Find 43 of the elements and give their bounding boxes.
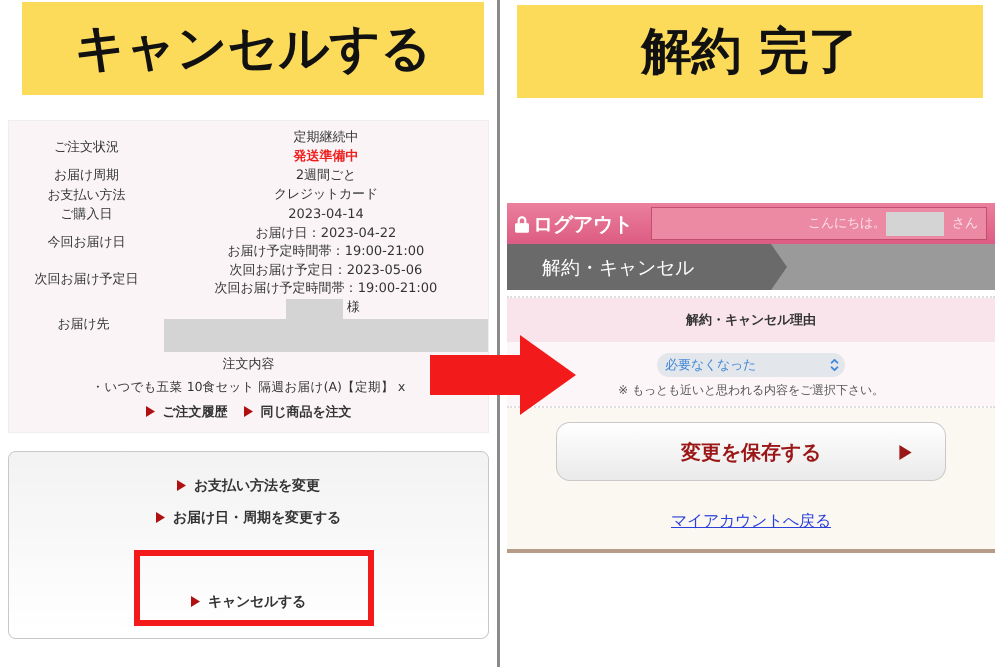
triangle-icon [146,406,154,417]
field-value: お届け日：2023-04-22 [254,224,398,242]
field-value: 発送準備中 [292,148,360,166]
chevron-icon [830,359,839,372]
field-value: お届け予定時間帯：19:00-21:00 [226,243,426,261]
triangle-icon [156,512,165,524]
section-heading: 解約・キャンセル理由 [507,298,995,342]
order-link[interactable]: 同じ商品を注文 [244,402,352,422]
field-label: お支払い方法 [46,186,126,204]
triangle-icon [177,480,186,492]
order-item: ・いつでも五菜 10食セット 隔週お届け(A)【定期】 x [90,378,406,396]
field-label: お届け周期 [53,167,120,185]
banner-title: 解約 完了 [517,5,983,98]
breadcrumb-text: 解約・キャンセル [542,256,694,281]
honorific-text: さん [952,214,978,233]
field-label: ご購入日 [60,206,114,224]
field-label: 次回お届け予定日 [34,271,140,290]
redacted-block [886,212,944,236]
field-value: クレジットカード [273,186,379,204]
field-value: 次回お届け予定日：2023-05-06 [228,262,424,280]
field-label: 今回お届け日 [46,234,126,252]
action-link[interactable]: キャンセルする [9,534,488,624]
triangle-icon [191,596,200,608]
save-button[interactable]: 変更を保存する [556,422,946,482]
lock-icon [515,214,529,232]
field-label: ご注文状況 [53,138,120,157]
field-value: 2023-04-14 [287,206,365,224]
triangle-icon [244,406,252,417]
honorific-text: 様 [347,298,360,316]
banner-title: キャンセルする [22,2,484,95]
greeting-text: こんにちは。 [808,214,886,233]
field-value: 2週間ごと [294,166,358,184]
field-value: 次回お届け予定時間帯：19:00-21:00 [214,280,438,298]
hint-text: ※ もっとも近いと思われる内容をご選択下さい。 [617,382,885,400]
back-link[interactable]: マイアカウントへ戻る [671,509,831,534]
field-value: 定期継続中 [292,129,360,147]
triangle-icon [899,445,912,460]
field-label: お届け先 [56,316,110,334]
action-link[interactable]: お支払い方法を変更 [9,470,488,502]
arrow-icon [430,335,576,415]
order-link[interactable]: ご注文履歴 [146,402,228,422]
action-link[interactable]: お届け日・周期を変更する [9,502,488,534]
section-heading: 注文内容 [222,356,276,374]
